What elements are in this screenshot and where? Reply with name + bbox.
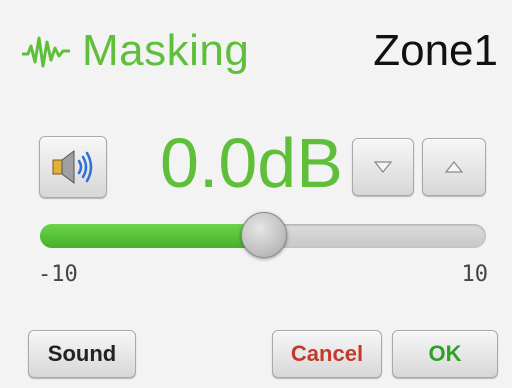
cancel-button[interactable]: Cancel [272,330,382,378]
slider-fill [40,224,263,248]
triangle-down-icon [374,161,392,173]
screen-title: Masking [82,26,250,75]
level-readout: 0.0dB [160,124,343,202]
zone-label: Zone1 [373,26,498,75]
masking-wave-icon [22,36,70,68]
slider-min-label: -10 [38,262,78,287]
slider-max-label: 10 [461,262,489,287]
speaker-icon [52,150,93,184]
level-down-button[interactable] [352,138,414,196]
level-slider[interactable] [40,212,486,258]
slider-thumb[interactable] [241,212,287,258]
sound-button[interactable]: Sound [28,330,136,378]
triangle-up-icon [445,161,463,173]
level-up-button[interactable] [422,138,486,196]
speaker-button[interactable] [39,136,107,198]
header: Masking Zone1 [18,22,498,82]
ok-button[interactable]: OK [392,330,498,378]
